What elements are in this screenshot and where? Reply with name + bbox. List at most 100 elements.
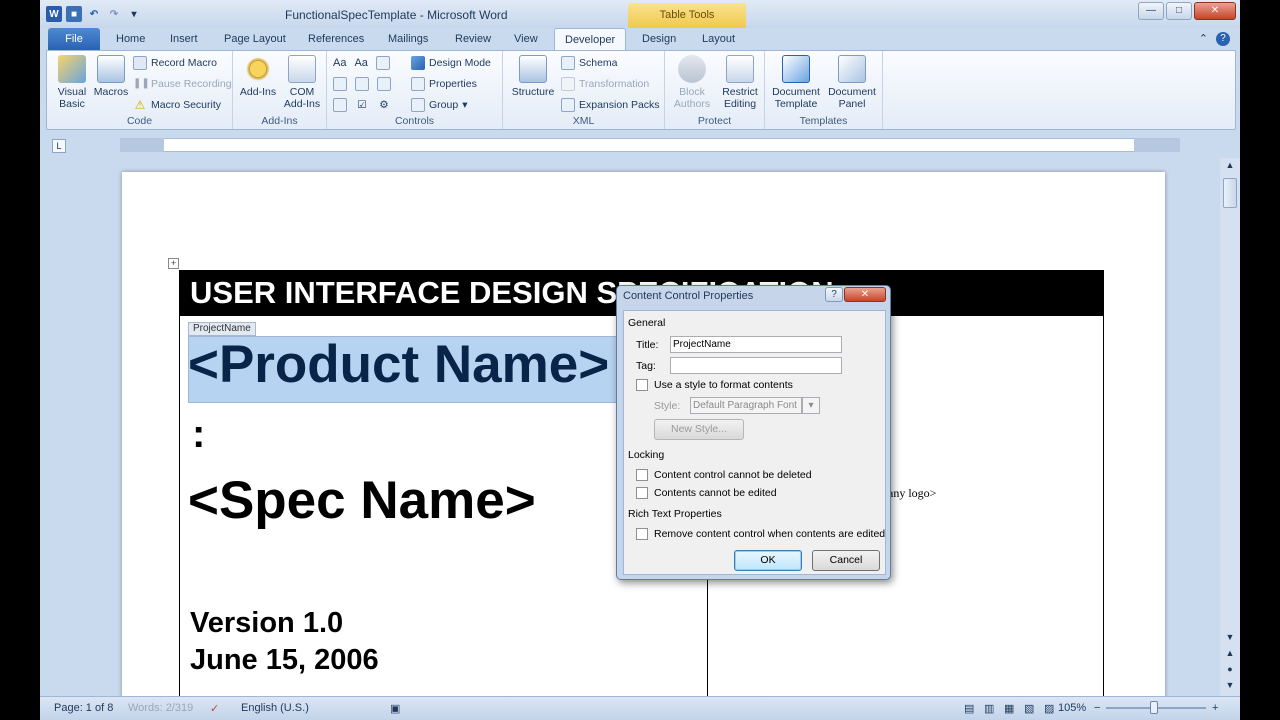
page-count[interactable]: Page: 1 of 8 <box>54 702 113 714</box>
transformation-button[interactable]: Transformation <box>561 76 649 92</box>
help-icon[interactable]: ? <box>1216 32 1230 46</box>
spec-name-placeholder[interactable]: <Spec Name> <box>188 470 536 531</box>
scroll-down-icon[interactable]: ▼ <box>1223 632 1237 646</box>
picture-control-icon[interactable] <box>375 56 390 70</box>
document-template-button[interactable]: Document Template <box>769 55 823 110</box>
outline-view-icon[interactable]: ▧ <box>1024 702 1034 715</box>
browse-object-icon[interactable]: ● <box>1223 664 1237 678</box>
structure-button[interactable]: Structure <box>507 55 559 98</box>
print-layout-view-icon[interactable]: ▤ <box>964 702 974 715</box>
previous-page-icon[interactable]: ▲ <box>1223 648 1237 662</box>
title-field[interactable]: ProjectName <box>670 336 842 353</box>
minimize-button[interactable]: — <box>1138 2 1164 20</box>
cancel-button[interactable]: Cancel <box>812 550 880 571</box>
table-move-handle-icon[interactable]: + <box>168 258 179 269</box>
new-style-button[interactable]: New Style... <box>654 419 744 440</box>
zoom-slider-thumb[interactable] <box>1150 701 1158 714</box>
save-icon[interactable]: ■ <box>66 6 82 22</box>
restrict-editing-label-1: Restrict <box>722 86 758 98</box>
dialog-close-button[interactable]: ✕ <box>844 287 886 302</box>
expansion-packs-button[interactable]: Expansion Packs <box>561 97 660 113</box>
product-name-placeholder[interactable]: <Product Name> <box>188 334 609 395</box>
document-panel-icon <box>838 55 866 83</box>
tab-review[interactable]: Review <box>445 28 501 50</box>
properties-button[interactable]: Properties <box>411 76 477 92</box>
design-mode-button[interactable]: Design Mode <box>411 55 491 71</box>
date-picker-icon[interactable] <box>333 98 347 112</box>
word-app-icon[interactable]: W <box>46 6 62 22</box>
zoom-level[interactable]: 105% <box>1058 702 1086 714</box>
expansion-packs-label: Expansion Packs <box>579 99 660 111</box>
rich-text-control-icon[interactable]: Aa <box>333 57 346 69</box>
style-dropdown[interactable]: Default Paragraph Font <box>690 397 802 414</box>
zoom-in-icon[interactable]: + <box>1212 702 1218 714</box>
group-xml: Structure Schema Transformation Expansio… <box>503 51 665 129</box>
macros-button[interactable]: Macros <box>91 55 131 98</box>
tab-view[interactable]: View <box>504 28 548 50</box>
tab-layout[interactable]: Layout <box>692 28 745 50</box>
customize-qat-icon[interactable]: ▾ <box>126 6 142 22</box>
word-count[interactable]: Words: 2/319 <box>128 702 193 714</box>
block-authors-button[interactable]: Block Authors <box>669 55 715 110</box>
undo-icon[interactable]: ↶ <box>86 6 102 22</box>
cannot-delete-checkbox[interactable] <box>636 469 648 481</box>
macro-recording-icon[interactable]: ▣ <box>390 702 400 715</box>
tab-page-layout[interactable]: Page Layout <box>214 28 296 50</box>
web-layout-icon[interactable]: ▦ <box>1004 702 1014 715</box>
minimize-ribbon-icon[interactable]: ⌃ <box>1199 32 1208 46</box>
chevron-down-icon: ▾ <box>462 99 468 111</box>
pause-recording-button[interactable]: ❚❚ Pause Recording <box>133 76 232 92</box>
dialog-help-button[interactable]: ? <box>825 287 843 302</box>
block-authors-icon <box>678 55 706 83</box>
restrict-editing-button[interactable]: Restrict Editing <box>717 55 763 110</box>
group-button[interactable]: Group ▾ <box>411 97 467 113</box>
style-dropdown-chevron-icon[interactable]: ▾ <box>802 397 820 414</box>
combo-box-icon[interactable] <box>355 77 369 91</box>
addins-button[interactable]: Add-Ins <box>237 55 279 98</box>
rich-text-section-label: Rich Text Properties <box>628 508 722 520</box>
proofing-icon[interactable]: ✓ <box>210 702 219 715</box>
zoom-out-icon[interactable]: − <box>1094 702 1100 714</box>
next-page-icon[interactable]: ▼ <box>1223 680 1237 694</box>
draft-view-icon[interactable]: ▨ <box>1044 702 1054 715</box>
record-macro-button[interactable]: Record Macro <box>133 55 217 71</box>
redo-icon[interactable]: ↷ <box>106 6 122 22</box>
tab-developer[interactable]: Developer <box>554 28 627 50</box>
version-text[interactable]: Version 1.0 <box>190 607 343 640</box>
tab-home[interactable]: Home <box>106 28 155 50</box>
document-panel-button[interactable]: Document Panel <box>825 55 879 110</box>
close-button[interactable]: ✕ <box>1194 2 1236 20</box>
legacy-tools-icon[interactable]: ⚙ <box>377 98 391 112</box>
checkbox-control-icon[interactable]: ☑ <box>355 98 369 112</box>
horizontal-ruler[interactable] <box>120 138 1180 152</box>
date-text[interactable]: June 15, 2006 <box>190 644 379 677</box>
tab-mailings[interactable]: Mailings <box>378 28 438 50</box>
cannot-edit-checkbox[interactable] <box>636 487 648 499</box>
tab-selector[interactable]: L <box>52 139 66 153</box>
macro-security-button[interactable]: ⚠ Macro Security <box>133 97 221 113</box>
scroll-up-icon[interactable]: ▲ <box>1223 160 1237 174</box>
transformation-icon <box>561 77 575 91</box>
com-addins-button[interactable]: COM Add-Ins <box>281 55 323 110</box>
remove-when-edited-checkbox[interactable] <box>636 528 648 540</box>
full-screen-reading-icon[interactable]: ▥ <box>984 702 994 715</box>
tab-design[interactable]: Design <box>632 28 686 50</box>
ok-button[interactable]: OK <box>734 550 802 571</box>
plain-text-control-icon[interactable]: Aa <box>354 57 367 69</box>
letterbox-right <box>1240 0 1280 720</box>
building-block-icon[interactable] <box>333 77 347 91</box>
vertical-scrollbar[interactable]: ▲ ▼ ▲ ● ▼ <box>1220 158 1240 696</box>
group-controls: Aa Aa ☑ ⚙ Design Mode Properties Group ▾… <box>327 51 503 129</box>
language-indicator[interactable]: English (U.S.) <box>241 702 309 714</box>
use-style-checkbox[interactable] <box>636 379 648 391</box>
tab-references[interactable]: References <box>298 28 374 50</box>
letterbox-left <box>0 0 40 720</box>
maximize-button[interactable]: □ <box>1166 2 1192 20</box>
tag-field[interactable] <box>670 357 842 374</box>
visual-basic-button[interactable]: Visual Basic <box>51 55 93 110</box>
schema-button[interactable]: Schema <box>561 55 618 71</box>
tab-insert[interactable]: Insert <box>160 28 208 50</box>
dropdown-list-icon[interactable] <box>377 77 391 91</box>
tab-file[interactable]: File <box>48 28 100 50</box>
scroll-thumb[interactable] <box>1223 178 1237 208</box>
